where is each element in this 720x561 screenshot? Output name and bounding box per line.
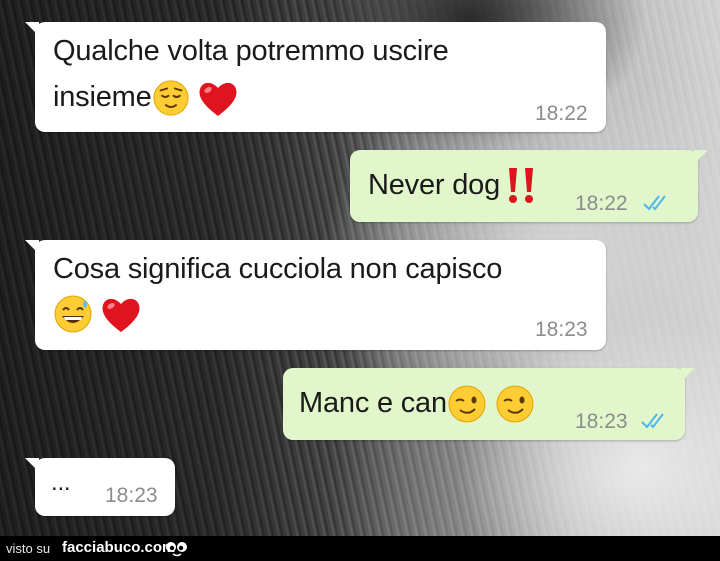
winking-face-icon xyxy=(496,385,534,423)
double-exclamation-icon xyxy=(509,168,533,204)
watermark-prefix: visto su xyxy=(6,541,51,556)
message-text-line: insieme xyxy=(53,74,240,120)
bubble-tail xyxy=(25,240,39,254)
incoming-message-bubble[interactable]: ... 18:23 xyxy=(25,458,175,516)
message-time: 18:23 xyxy=(575,410,628,433)
message-text-line: Cosa significa cucciola non capisco xyxy=(53,253,503,285)
read-receipt-icon xyxy=(643,195,666,211)
message-time: 18:22 xyxy=(575,192,628,215)
outgoing-message-bubble[interactable]: Never dog 18:22 xyxy=(350,150,708,222)
message-time: 18:22 xyxy=(535,102,588,125)
bubble-tail xyxy=(681,368,695,382)
grinning-face-with-sweat-icon xyxy=(54,295,92,333)
message-text: insieme xyxy=(53,81,152,113)
message-text-line: Manc e can xyxy=(299,380,535,426)
message-text: ... xyxy=(51,469,71,496)
incoming-message-bubble[interactable]: Cosa significa cucciola non capisco 18:2… xyxy=(25,240,606,350)
message-time: 18:23 xyxy=(535,318,588,341)
watermark-bar: visto su facciabuco.com xyxy=(0,536,720,561)
read-receipt-icon xyxy=(641,413,664,429)
message-text-line: Qualche volta potremmo uscire xyxy=(53,35,449,67)
message-time: 18:23 xyxy=(105,484,158,507)
bubble-tail xyxy=(694,150,708,164)
incoming-message-bubble[interactable]: Qualche volta potremmo uscire insieme 18… xyxy=(25,22,606,132)
winking-face-icon xyxy=(448,385,486,423)
red-heart-icon xyxy=(102,299,140,333)
relieved-face-icon xyxy=(152,80,189,116)
red-heart-icon xyxy=(199,83,237,117)
bubble-tail xyxy=(25,458,39,472)
message-text: Manc e can xyxy=(299,387,447,419)
message-text-line: Never dog xyxy=(368,162,538,208)
watermark-site: facciabuco.com xyxy=(62,539,176,556)
outgoing-message-bubble[interactable]: Manc e can 18:23 xyxy=(283,368,695,440)
googly-eyes-logo-icon xyxy=(166,542,187,557)
message-text: Never dog xyxy=(368,169,500,201)
bubble-tail xyxy=(25,22,39,36)
message-text-line xyxy=(53,290,143,336)
